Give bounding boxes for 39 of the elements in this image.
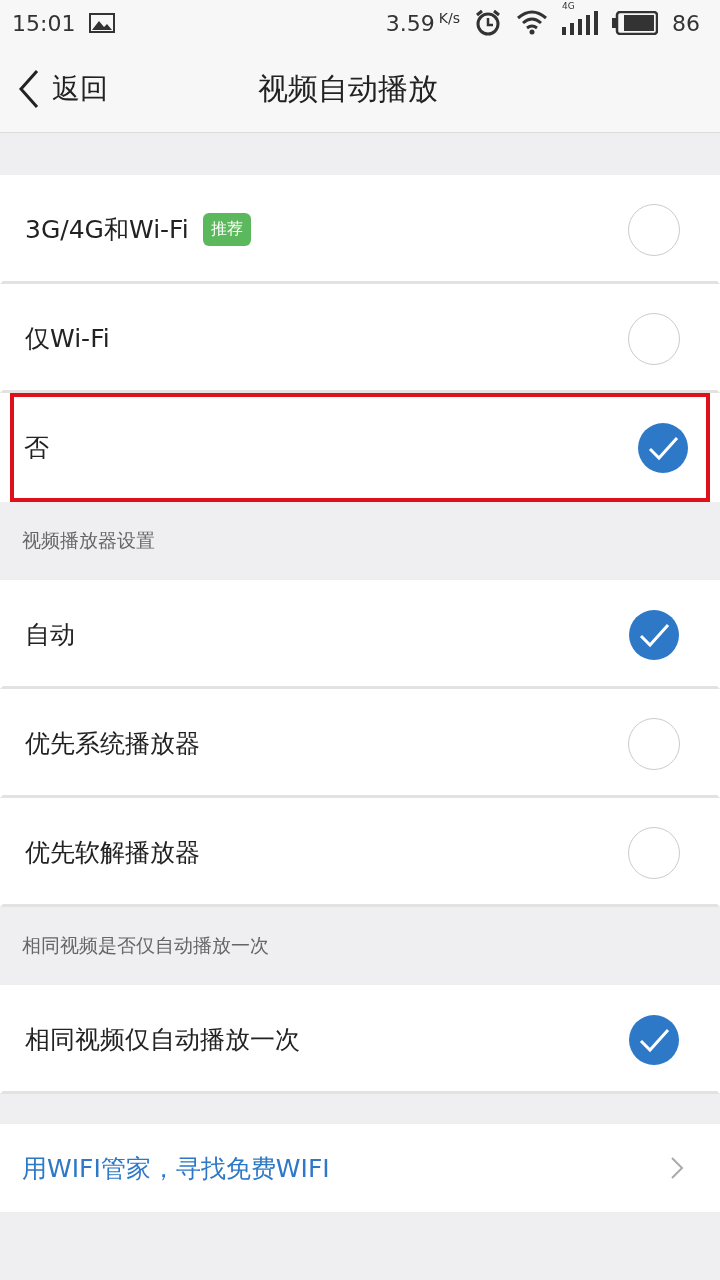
battery-icon <box>612 11 658 35</box>
checked-radio[interactable] <box>627 607 681 662</box>
network-speed: 3.59 <box>385 10 435 36</box>
recommended-badge: 推荐 <box>202 213 251 246</box>
option-row[interactable]: 相同视频仅自动播放一次 <box>0 985 720 1094</box>
back-button[interactable]: 返回 <box>0 69 108 109</box>
wifi-manager-link[interactable]: 用WIFI管家，寻找免费WIFI <box>0 1124 720 1212</box>
option-label: 否 <box>24 432 49 464</box>
back-chevron-icon <box>18 69 40 109</box>
option-label: 3G/4G和Wi-Fi <box>25 214 189 246</box>
page-title: 视频自动播放 <box>258 69 438 108</box>
option-label: 优先软解播放器 <box>25 837 200 869</box>
option-row[interactable]: 3G/4G和Wi-Fi 推荐 <box>0 175 720 284</box>
option-label: 优先系统播放器 <box>25 728 200 760</box>
network-type: 4G <box>562 1 575 11</box>
radio-button[interactable] <box>627 825 681 880</box>
option-row[interactable]: 优先系统播放器 <box>0 689 720 798</box>
section-header: 视频播放器设置 <box>22 528 155 553</box>
option-row[interactable]: 仅Wi-Fi <box>0 284 720 393</box>
alarm-icon <box>474 9 502 37</box>
section-header: 相同视频是否仅自动播放一次 <box>22 933 269 958</box>
checked-radio[interactable] <box>636 420 690 475</box>
option-row[interactable]: 自动 <box>0 580 720 689</box>
checked-radio[interactable] <box>627 1012 681 1067</box>
option-row[interactable]: 否 <box>10 393 710 502</box>
signal-icon <box>562 11 598 35</box>
radio-button[interactable] <box>627 311 681 366</box>
speed-unit: K/s <box>438 10 460 26</box>
option-label: 仅Wi-Fi <box>25 323 110 355</box>
chevron-right-icon <box>670 1156 684 1180</box>
radio-button[interactable] <box>627 716 681 771</box>
option-row[interactable]: 优先软解播放器 <box>0 798 720 907</box>
option-label: 自动 <box>25 619 75 651</box>
radio-button[interactable] <box>627 202 681 257</box>
battery-percent: 86 <box>672 10 700 36</box>
status-time: 15:01 <box>12 10 76 36</box>
image-icon <box>89 13 116 33</box>
option-label: 相同视频仅自动播放一次 <box>25 1024 300 1056</box>
wifi-icon <box>516 9 548 37</box>
